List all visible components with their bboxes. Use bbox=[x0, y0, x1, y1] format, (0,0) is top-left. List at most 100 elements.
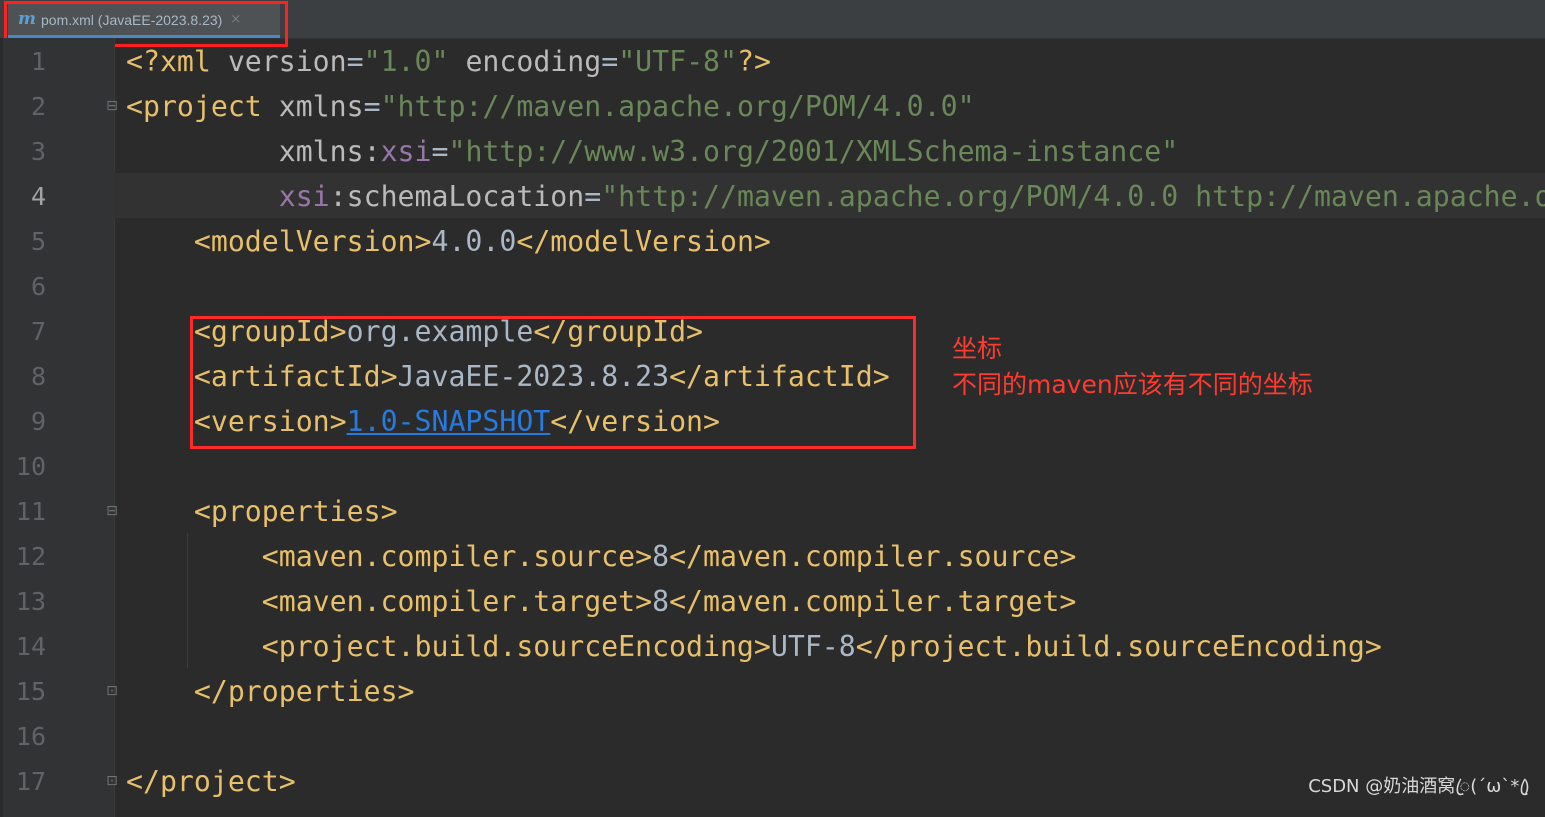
code-token: </project.build.sourceEncoding> bbox=[855, 630, 1382, 663]
code-token: "UTF-8" bbox=[618, 45, 737, 78]
code-line[interactable]: <project xmlns="http://maven.apache.org/… bbox=[126, 84, 975, 129]
line-number: 10 bbox=[15, 452, 46, 481]
code-token: </properties> bbox=[193, 675, 415, 708]
code-token: encoding bbox=[465, 45, 602, 78]
code-line[interactable]: <maven.compiler.target>8</maven.compiler… bbox=[126, 579, 1077, 624]
line-number: 8 bbox=[30, 362, 46, 391]
code-token: </maven.compiler.source> bbox=[669, 540, 1077, 573]
code-token: 8 bbox=[652, 540, 670, 573]
code-token: <version> bbox=[193, 405, 347, 438]
tab-pom-xml[interactable]: m pom.xml (JavaEE-2023.8.23) × bbox=[8, 4, 280, 38]
close-icon[interactable]: × bbox=[230, 12, 241, 27]
left-stripe bbox=[0, 38, 3, 817]
code-token: = bbox=[431, 135, 449, 168]
line-number: 4 bbox=[30, 182, 46, 211]
line-number: 16 bbox=[15, 722, 46, 751]
line-number: 3 bbox=[30, 137, 46, 166]
code-line[interactable]: <groupId>org.example</groupId> bbox=[126, 309, 703, 354]
line-number-gutter[interactable]: 1 2 3 4 5 6 7 8 9 10 11 12 13 14 15 16 17 bbox=[0, 38, 115, 817]
code-token: :schemaLocation bbox=[329, 180, 585, 213]
code-line[interactable]: <modelVersion>4.0.0</modelVersion> bbox=[126, 219, 771, 264]
code-token: UTF-8 bbox=[770, 630, 856, 663]
code-token: xmlns: bbox=[278, 135, 381, 168]
code-token: xmlns bbox=[278, 90, 364, 123]
code-line[interactable]: </properties> bbox=[126, 669, 415, 714]
line-number: 14 bbox=[15, 632, 46, 661]
version-link[interactable]: 1.0-SNAPSHOT bbox=[347, 405, 551, 438]
code-token: </project> bbox=[126, 765, 296, 798]
code-token: = bbox=[363, 90, 381, 123]
fold-close-icon[interactable]: ⊡ bbox=[104, 772, 120, 790]
line-number: 17 bbox=[15, 767, 46, 796]
line-number: 7 bbox=[30, 317, 46, 346]
code-token: <project bbox=[126, 90, 279, 123]
code-token: <groupId> bbox=[193, 315, 347, 348]
maven-file-icon: m bbox=[18, 9, 36, 29]
code-token: 4.0.0 bbox=[431, 225, 517, 258]
ide-window: m pom.xml (JavaEE-2023.8.23) × 123456789… bbox=[0, 0, 1545, 817]
code-token: xsi bbox=[278, 180, 330, 213]
code-token: </version> bbox=[550, 405, 720, 438]
code-line[interactable]: xmlns:xsi="http://www.w3.org/2001/XMLSch… bbox=[126, 129, 1178, 174]
code-token: "http://www.w3.org/2001/XMLSchema-instan… bbox=[448, 135, 1179, 168]
code-line[interactable]: <maven.compiler.source>8</maven.compiler… bbox=[126, 534, 1077, 579]
line-number: 9 bbox=[30, 407, 46, 436]
code-token: <maven.compiler.source> bbox=[261, 540, 653, 573]
code-token: = bbox=[601, 45, 619, 78]
annotation-title: 坐标 bbox=[952, 334, 1003, 363]
code-line[interactable]: <properties> bbox=[126, 489, 398, 534]
code-token: JavaEE-2023.8.23 bbox=[397, 360, 670, 393]
code-token: = bbox=[346, 45, 364, 78]
line-number: 15 bbox=[15, 677, 46, 706]
code-token: <properties> bbox=[193, 495, 398, 528]
line-number: 12 bbox=[15, 542, 46, 571]
editor-tab-bar: m pom.xml (JavaEE-2023.8.23) × bbox=[0, 0, 1545, 47]
line-number: 11 bbox=[15, 497, 46, 526]
code-token: org.example bbox=[346, 315, 534, 348]
line-number: 6 bbox=[30, 272, 46, 301]
code-line[interactable]: <project.build.sourceEncoding>UTF-8</pro… bbox=[126, 624, 1382, 669]
code-token: <artifactId> bbox=[193, 360, 398, 393]
code-token: version bbox=[227, 45, 347, 78]
code-token: </artifactId> bbox=[669, 360, 890, 393]
code-token: </groupId> bbox=[533, 315, 704, 348]
code-line[interactable]: <artifactId>JavaEE-2023.8.23</artifactId… bbox=[126, 354, 890, 399]
code-line[interactable]: xsi:schemaLocation="http://maven.apache.… bbox=[126, 174, 1545, 219]
fold-open-icon[interactable]: ⊟ bbox=[104, 97, 120, 115]
watermark: CSDN @奶油酒窝ꦿ(´ω`*)ꦿ bbox=[1308, 776, 1529, 797]
code-token: "1.0" bbox=[363, 45, 449, 78]
code-token: <project.build.sourceEncoding> bbox=[261, 630, 771, 663]
code-token: = bbox=[584, 180, 602, 213]
code-token: ?> bbox=[737, 45, 771, 78]
annotation-text: 不同的maven应该有不同的坐标 bbox=[952, 370, 1313, 399]
code-token: <maven.compiler.target> bbox=[261, 585, 653, 618]
code-token: </maven.compiler.target> bbox=[669, 585, 1077, 618]
fold-open-icon[interactable]: ⊟ bbox=[104, 502, 120, 520]
code-token: "http://maven.apache.org/POM/4.0.0 http:… bbox=[601, 180, 1545, 213]
line-number: 5 bbox=[30, 227, 46, 256]
tab-title: pom.xml (JavaEE-2023.8.23) bbox=[41, 11, 223, 28]
code-token: <?xml bbox=[126, 45, 228, 78]
code-token: "http://maven.apache.org/POM/4.0.0" bbox=[380, 90, 975, 123]
line-number: 1 bbox=[30, 47, 46, 76]
fold-close-icon[interactable]: ⊡ bbox=[104, 682, 120, 700]
code-line[interactable]: <version>1.0-SNAPSHOT</version> bbox=[126, 399, 720, 444]
line-number: 2 bbox=[30, 92, 46, 121]
code-token: </modelVersion> bbox=[516, 225, 771, 258]
code-token: 8 bbox=[652, 585, 670, 618]
line-number: 13 bbox=[15, 587, 46, 616]
code-line[interactable]: <?xml version="1.0" encoding="UTF-8"?> bbox=[126, 39, 771, 84]
code-line[interactable]: </project> bbox=[126, 759, 296, 804]
